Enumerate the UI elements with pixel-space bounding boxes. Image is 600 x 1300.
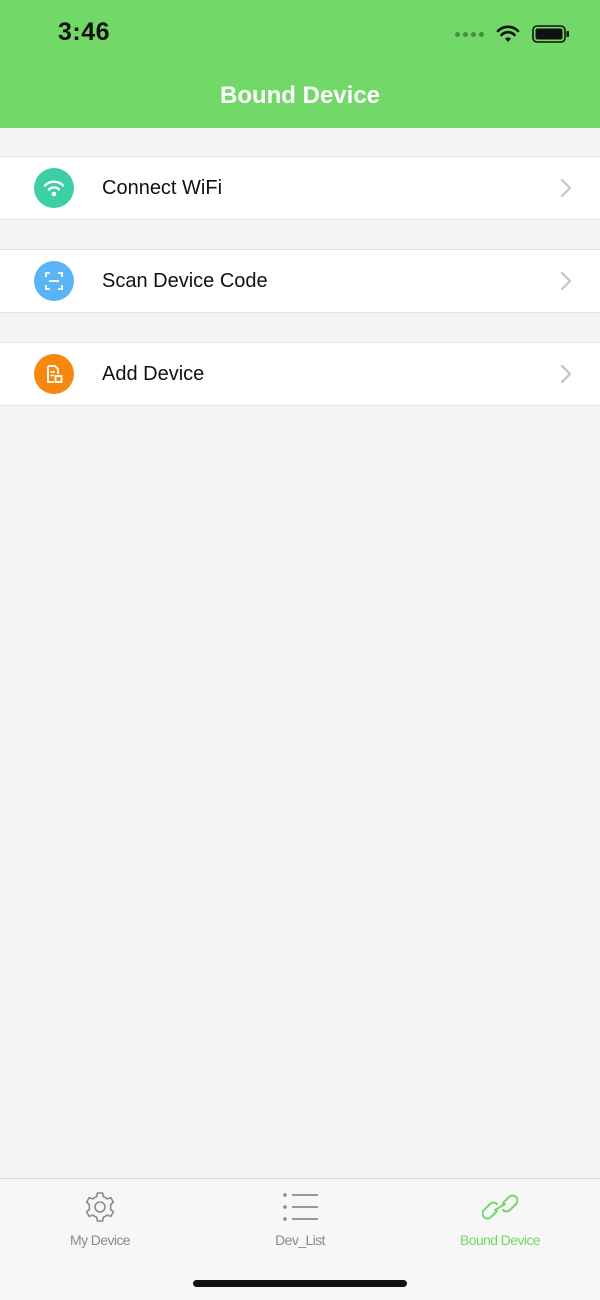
tab-label: My Device	[70, 1232, 131, 1248]
tab-dev-list[interactable]: Dev_List	[200, 1179, 400, 1259]
page-title: Bound Device	[219, 82, 381, 109]
add-device-icon	[34, 354, 74, 394]
tab-my-device[interactable]: My Device	[0, 1179, 200, 1259]
scan-icon	[34, 261, 74, 301]
menu-item-label: Connect WiFi	[102, 177, 223, 199]
wifi-status-icon	[496, 25, 520, 42]
link-icon	[482, 1194, 518, 1220]
battery-icon	[532, 25, 569, 43]
status-time: 3:46	[58, 18, 111, 46]
gear-icon	[85, 1192, 115, 1222]
tab-bound-device[interactable]: Bound Device	[400, 1179, 600, 1259]
tab-label: Bound Device	[460, 1232, 541, 1248]
status-indicators	[455, 22, 570, 46]
menu-item-scan-device-code[interactable]: Scan Device Code	[0, 249, 600, 313]
menu-item-add-device[interactable]: Add Device	[0, 342, 600, 406]
menu-item-label: Add Device	[102, 363, 205, 385]
home-indicator	[193, 1280, 407, 1287]
chevron-right-icon	[560, 178, 572, 198]
list-icon	[283, 1193, 318, 1221]
signal-icon	[455, 31, 484, 37]
header: 3:46 Bound Device	[0, 0, 600, 128]
chevron-right-icon	[560, 364, 572, 384]
tab-label: Dev_List	[275, 1232, 325, 1248]
wifi-icon	[34, 168, 74, 208]
menu-item-label: Scan Device Code	[102, 270, 268, 292]
chevron-right-icon	[560, 271, 572, 291]
menu-item-connect-wifi[interactable]: Connect WiFi	[0, 156, 600, 220]
